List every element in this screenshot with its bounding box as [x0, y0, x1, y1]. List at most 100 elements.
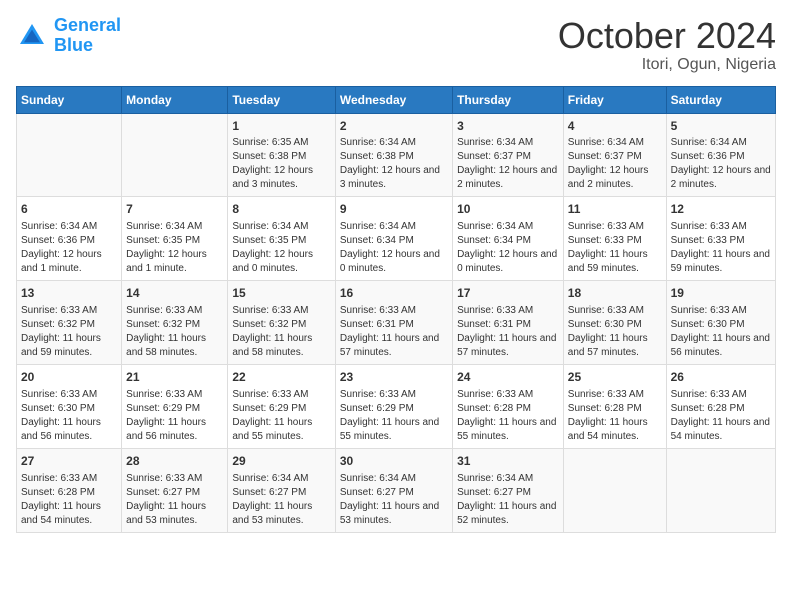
calendar-cell: 19 Sunrise: 6:33 AM Sunset: 6:30 PM Dayli… [666, 281, 775, 365]
day-number: 26 [671, 369, 771, 386]
day-number: 19 [671, 285, 771, 302]
calendar-cell: 5Sunrise: 6:34 AM Sunset: 6:36 PM Daylig… [666, 113, 775, 197]
calendar-cell: 21 Sunrise: 6:33 AM Sunset: 6:29 PM Dayli… [122, 364, 228, 448]
day-info: Sunrise: 6:33 AM Sunset: 6:32 PM Dayligh… [21, 304, 117, 360]
day-info: Sunrise: 6:33 AM Sunset: 6:33 PM Dayligh… [568, 220, 662, 276]
calendar-cell: 15 Sunrise: 6:33 AM Sunset: 6:32 PM Dayli… [228, 281, 335, 365]
calendar-cell: 25 Sunrise: 6:33 AM Sunset: 6:28 PM Dayli… [563, 364, 666, 448]
calendar-cell: 31 Sunrise: 6:34 AM Sunset: 6:27 PM Dayli… [453, 448, 564, 532]
weekday-header: Monday [122, 86, 228, 113]
calendar-cell: 22 Sunrise: 6:33 AM Sunset: 6:29 PM Dayli… [228, 364, 335, 448]
day-number: 3 [457, 118, 559, 135]
day-number: 15 [232, 285, 330, 302]
day-number: 29 [232, 453, 330, 470]
calendar-cell: 9Sunrise: 6:34 AM Sunset: 6:34 PM Daylig… [335, 197, 452, 281]
day-info: Sunrise: 6:34 AM Sunset: 6:27 PM Dayligh… [232, 472, 330, 528]
page-title: October 2024 [558, 16, 776, 56]
day-number: 9 [340, 201, 448, 218]
calendar-cell: 13Sunrise: 6:33 AM Sunset: 6:32 PM Dayli… [17, 281, 122, 365]
calendar-cell [563, 448, 666, 532]
day-info: Sunrise: 6:33 AM Sunset: 6:30 PM Dayligh… [671, 304, 771, 360]
calendar-cell: 16 Sunrise: 6:33 AM Sunset: 6:31 PM Dayli… [335, 281, 452, 365]
day-info: Sunrise: 6:33 AM Sunset: 6:27 PM Dayligh… [126, 472, 223, 528]
weekday-header: Tuesday [228, 86, 335, 113]
weekday-header: Friday [563, 86, 666, 113]
day-number: 16 [340, 285, 448, 302]
calendar-cell: 24Sunrise: 6:33 AM Sunset: 6:28 PM Dayli… [453, 364, 564, 448]
day-info: Sunrise: 6:34 AM Sunset: 6:36 PM Dayligh… [671, 136, 771, 192]
day-number: 24 [457, 369, 559, 386]
day-number: 28 [126, 453, 223, 470]
calendar-cell [122, 113, 228, 197]
calendar-cell: 8 Sunrise: 6:34 AM Sunset: 6:35 PM Daylig… [228, 197, 335, 281]
calendar-cell: 23Sunrise: 6:33 AM Sunset: 6:29 PM Dayli… [335, 364, 452, 448]
day-number: 8 [232, 201, 330, 218]
page-header: General Blue October 2024 Itori, Ogun, N… [16, 16, 776, 74]
day-number: 4 [568, 118, 662, 135]
logo-text: General Blue [54, 16, 121, 56]
calendar-cell: 11 Sunrise: 6:33 AM Sunset: 6:33 PM Dayli… [563, 197, 666, 281]
weekday-header: Thursday [453, 86, 564, 113]
day-number: 25 [568, 369, 662, 386]
day-info: Sunrise: 6:33 AM Sunset: 6:29 PM Dayligh… [232, 388, 330, 444]
day-number: 18 [568, 285, 662, 302]
day-number: 27 [21, 453, 117, 470]
calendar-cell [17, 113, 122, 197]
calendar-cell: 20Sunrise: 6:33 AM Sunset: 6:30 PM Dayli… [17, 364, 122, 448]
calendar-cell: 2Sunrise: 6:34 AM Sunset: 6:38 PM Daylig… [335, 113, 452, 197]
title-block: October 2024 Itori, Ogun, Nigeria [558, 16, 776, 74]
calendar-cell: 10 Sunrise: 6:34 AM Sunset: 6:34 PM Dayli… [453, 197, 564, 281]
weekday-header: Saturday [666, 86, 775, 113]
day-number: 10 [457, 201, 559, 218]
day-info: Sunrise: 6:33 AM Sunset: 6:32 PM Dayligh… [232, 304, 330, 360]
day-number: 21 [126, 369, 223, 386]
logo-icon [16, 20, 48, 52]
calendar-cell: 30 Sunrise: 6:34 AM Sunset: 6:27 PM Dayli… [335, 448, 452, 532]
calendar-week-row: 20Sunrise: 6:33 AM Sunset: 6:30 PM Dayli… [17, 364, 776, 448]
calendar-cell: 1Sunrise: 6:35 AM Sunset: 6:38 PM Daylig… [228, 113, 335, 197]
day-info: Sunrise: 6:33 AM Sunset: 6:32 PM Dayligh… [126, 304, 223, 360]
page-subtitle: Itori, Ogun, Nigeria [558, 56, 776, 74]
calendar-cell: 4Sunrise: 6:34 AM Sunset: 6:37 PM Daylig… [563, 113, 666, 197]
day-info: Sunrise: 6:34 AM Sunset: 6:27 PM Dayligh… [340, 472, 448, 528]
day-info: Sunrise: 6:34 AM Sunset: 6:27 PM Dayligh… [457, 472, 559, 528]
weekday-row: SundayMondayTuesdayWednesdayThursdayFrid… [17, 86, 776, 113]
day-info: Sunrise: 6:33 AM Sunset: 6:28 PM Dayligh… [21, 472, 117, 528]
logo-general: General [54, 15, 121, 35]
day-info: Sunrise: 6:34 AM Sunset: 6:37 PM Dayligh… [457, 136, 559, 192]
calendar-table: SundayMondayTuesdayWednesdayThursdayFrid… [16, 86, 776, 533]
day-number: 2 [340, 118, 448, 135]
day-info: Sunrise: 6:33 AM Sunset: 6:28 PM Dayligh… [671, 388, 771, 444]
calendar-cell [666, 448, 775, 532]
calendar-cell: 28 Sunrise: 6:33 AM Sunset: 6:27 PM Dayli… [122, 448, 228, 532]
day-number: 12 [671, 201, 771, 218]
day-number: 22 [232, 369, 330, 386]
logo: General Blue [16, 16, 121, 56]
calendar-cell: 7Sunrise: 6:34 AM Sunset: 6:35 PM Daylig… [122, 197, 228, 281]
day-info: Sunrise: 6:34 AM Sunset: 6:34 PM Dayligh… [457, 220, 559, 276]
day-number: 30 [340, 453, 448, 470]
day-info: Sunrise: 6:34 AM Sunset: 6:38 PM Dayligh… [340, 136, 448, 192]
day-info: Sunrise: 6:33 AM Sunset: 6:31 PM Dayligh… [340, 304, 448, 360]
day-number: 7 [126, 201, 223, 218]
day-info: Sunrise: 6:34 AM Sunset: 6:36 PM Dayligh… [21, 220, 117, 276]
day-number: 20 [21, 369, 117, 386]
day-info: Sunrise: 6:33 AM Sunset: 6:30 PM Dayligh… [568, 304, 662, 360]
day-number: 1 [232, 118, 330, 135]
calendar-cell: 6 Sunrise: 6:34 AM Sunset: 6:36 PM Daylig… [17, 197, 122, 281]
day-info: Sunrise: 6:33 AM Sunset: 6:29 PM Dayligh… [126, 388, 223, 444]
day-number: 31 [457, 453, 559, 470]
calendar-cell: 12 Sunrise: 6:33 AM Sunset: 6:33 PM Dayli… [666, 197, 775, 281]
day-info: Sunrise: 6:33 AM Sunset: 6:29 PM Dayligh… [340, 388, 448, 444]
day-number: 11 [568, 201, 662, 218]
calendar-cell: 27 Sunrise: 6:33 AM Sunset: 6:28 PM Dayli… [17, 448, 122, 532]
calendar-body: 1Sunrise: 6:35 AM Sunset: 6:38 PM Daylig… [17, 113, 776, 532]
day-number: 6 [21, 201, 117, 218]
day-info: Sunrise: 6:33 AM Sunset: 6:28 PM Dayligh… [568, 388, 662, 444]
day-number: 14 [126, 285, 223, 302]
calendar-cell: 26 Sunrise: 6:33 AM Sunset: 6:28 PM Dayli… [666, 364, 775, 448]
day-number: 5 [671, 118, 771, 135]
day-info: Sunrise: 6:34 AM Sunset: 6:35 PM Dayligh… [232, 220, 330, 276]
calendar-cell: 14 Sunrise: 6:33 AM Sunset: 6:32 PM Dayli… [122, 281, 228, 365]
day-info: Sunrise: 6:33 AM Sunset: 6:33 PM Dayligh… [671, 220, 771, 276]
